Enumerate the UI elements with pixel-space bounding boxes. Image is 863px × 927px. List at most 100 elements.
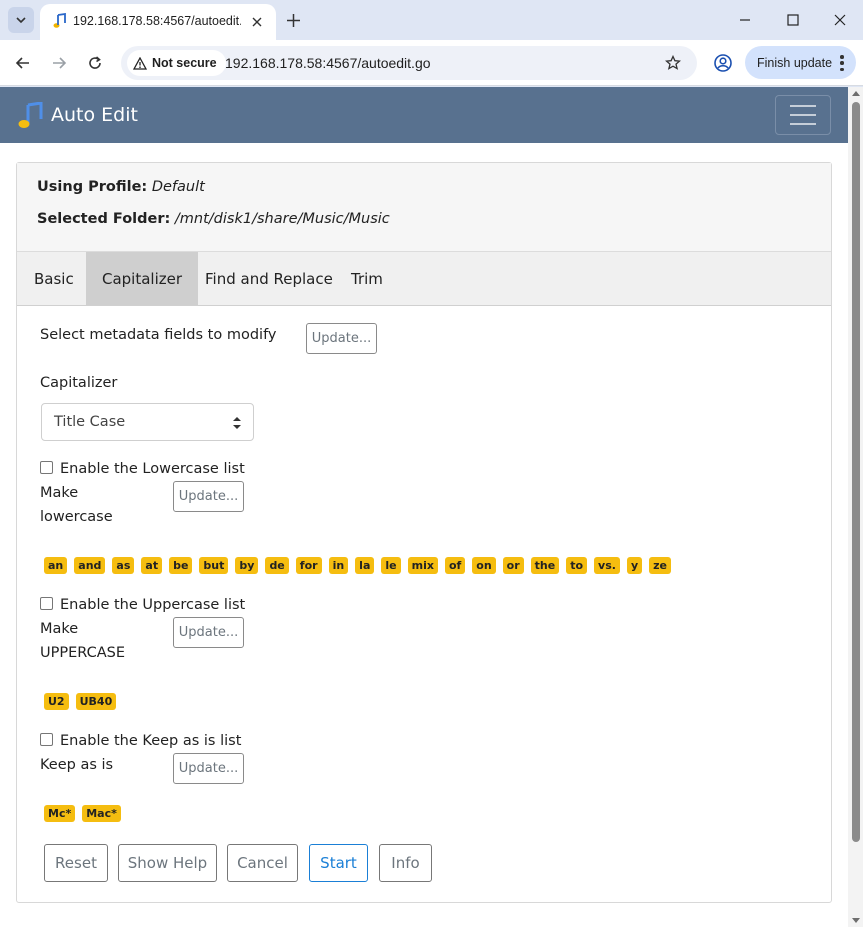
select-arrows-icon xyxy=(233,417,241,429)
close-tab-icon[interactable] xyxy=(248,13,266,31)
word-badge: ze xyxy=(649,557,671,574)
chevron-down-icon xyxy=(16,17,26,24)
metadata-fields-label: Select metadata fields to modify xyxy=(40,327,277,343)
lowercase-make-label-2: lowercase xyxy=(40,509,113,525)
security-chip[interactable]: Not secure xyxy=(127,50,226,76)
word-badge: but xyxy=(199,557,229,574)
card-header: Using Profile: Default Selected Folder: … xyxy=(17,163,831,252)
uppercase-badges: U2 UB40 xyxy=(44,693,117,711)
lowercase-badges: an and as at be but by de for in la le mix of on or the t… xyxy=(44,557,671,575)
word-badge: be xyxy=(169,557,193,574)
lowercase-enable-label: Enable the Lowercase list xyxy=(60,461,245,477)
word-badge: at xyxy=(141,557,163,574)
music-note-icon xyxy=(53,13,66,28)
scroll-up-icon[interactable] xyxy=(852,91,860,96)
folder-value: /mnt/disk1/share/Music/Music xyxy=(174,211,390,227)
scroll-thumb[interactable] xyxy=(852,102,860,842)
tab-bar: Basic Capitalizer Find and Replace Trim xyxy=(17,252,831,306)
word-badge: as xyxy=(112,557,135,574)
uppercase-update-button[interactable]: Update... xyxy=(173,617,244,648)
word-badge: the xyxy=(530,557,560,574)
keep-badges: Mc* Mac* xyxy=(44,805,121,823)
info-button[interactable]: Info xyxy=(379,844,432,882)
word-badge: or xyxy=(502,557,524,574)
tab-find-and-replace[interactable]: Find and Replace xyxy=(189,252,349,305)
warning-icon xyxy=(133,56,147,70)
keep-checkbox[interactable] xyxy=(40,733,53,746)
word-badge: by xyxy=(235,557,259,574)
word-badge: Mac* xyxy=(82,805,121,822)
menu-toggle-button[interactable] xyxy=(775,95,831,135)
app-navbar: Auto Edit xyxy=(0,87,848,143)
capitalizer-select-value: Title Case xyxy=(54,414,126,430)
url-text: 192.168.178.58:4567/autoedit.go xyxy=(225,55,431,71)
tab-title: 192.168.178.58:4567/autoedit.g xyxy=(73,14,241,28)
music-note-logo-icon xyxy=(18,102,43,128)
profile-line: Using Profile: Default xyxy=(37,179,205,195)
word-badge: vs. xyxy=(594,557,620,574)
close-window-icon[interactable] xyxy=(828,8,852,32)
word-badge: UB40 xyxy=(75,693,117,710)
tab-capitalizer[interactable]: Capitalizer xyxy=(86,252,199,305)
autoedit-card: Using Profile: Default Selected Folder: … xyxy=(16,162,832,903)
start-button[interactable]: Start xyxy=(309,844,368,882)
keep-enable-label: Enable the Keep as is list xyxy=(60,733,242,749)
folder-line: Selected Folder: /mnt/disk1/share/Music/… xyxy=(37,211,390,227)
lowercase-checkbox[interactable] xyxy=(40,461,53,474)
tab-trim[interactable]: Trim xyxy=(335,252,399,305)
scroll-down-icon[interactable] xyxy=(852,918,860,923)
finish-update-label: Finish update xyxy=(757,55,833,70)
reset-button[interactable]: Reset xyxy=(44,844,108,882)
new-tab-icon[interactable] xyxy=(283,10,303,30)
capitalizer-select[interactable]: Title Case xyxy=(41,403,254,441)
reload-icon[interactable] xyxy=(83,51,107,75)
browser-tabstrip: 192.168.178.58:4567/autoedit.g xyxy=(0,0,863,40)
minimize-icon[interactable] xyxy=(733,8,757,32)
bookmark-star-icon[interactable] xyxy=(663,53,683,73)
show-help-button[interactable]: Show Help xyxy=(118,844,217,882)
tab-search-button[interactable] xyxy=(8,7,34,33)
uppercase-checkbox[interactable] xyxy=(40,597,53,610)
maximize-icon[interactable] xyxy=(781,8,805,32)
browser-toolbar: Not secure 192.168.178.58:4567/autoedit.… xyxy=(0,40,863,86)
profile-icon[interactable] xyxy=(711,51,735,75)
word-badge: and xyxy=(74,557,106,574)
page-viewport: Auto Edit Using Profile: Default Selecte… xyxy=(0,87,863,927)
word-badge: of xyxy=(444,557,466,574)
cancel-button[interactable]: Cancel xyxy=(227,844,298,882)
metadata-update-button[interactable]: Update... xyxy=(306,323,377,354)
word-badge: U2 xyxy=(44,693,69,710)
word-badge: to xyxy=(566,557,588,574)
lowercase-make-label: Make xyxy=(40,485,79,501)
keep-make-label: Keep as is xyxy=(40,757,114,773)
uppercase-make-label: Make xyxy=(40,621,79,637)
finish-update-button[interactable]: Finish update xyxy=(745,46,856,79)
security-label: Not secure xyxy=(152,56,217,70)
browser-tab[interactable]: 192.168.178.58:4567/autoedit.g xyxy=(40,4,276,40)
folder-label: Selected Folder: xyxy=(37,211,171,227)
word-badge: an xyxy=(44,557,68,574)
word-badge: in xyxy=(328,557,349,574)
word-badge: on xyxy=(472,557,496,574)
lowercase-update-button[interactable]: Update... xyxy=(173,481,244,512)
word-badge: la xyxy=(355,557,375,574)
keep-update-button[interactable]: Update... xyxy=(173,753,244,784)
forward-arrow-icon[interactable] xyxy=(47,51,71,75)
profile-value: Default xyxy=(151,179,205,195)
uppercase-enable-label: Enable the Uppercase list xyxy=(60,597,246,613)
word-badge: de xyxy=(265,557,289,574)
uppercase-make-label-2: UPPERCASE xyxy=(40,645,126,661)
word-badge: y xyxy=(626,557,643,574)
profile-label: Using Profile: xyxy=(37,179,148,195)
word-badge: mix xyxy=(407,557,438,574)
back-arrow-icon[interactable] xyxy=(11,51,35,75)
hamburger-icon xyxy=(790,105,816,107)
capitalizer-label: Capitalizer xyxy=(40,375,118,391)
page-scrollbar[interactable] xyxy=(848,87,863,927)
more-vert-icon[interactable] xyxy=(840,55,844,71)
word-badge: for xyxy=(295,557,322,574)
tab-basic[interactable]: Basic xyxy=(18,252,90,305)
address-bar[interactable]: Not secure 192.168.178.58:4567/autoedit.… xyxy=(121,46,697,80)
word-badge: le xyxy=(381,557,401,574)
app-brand[interactable]: Auto Edit xyxy=(51,104,138,126)
